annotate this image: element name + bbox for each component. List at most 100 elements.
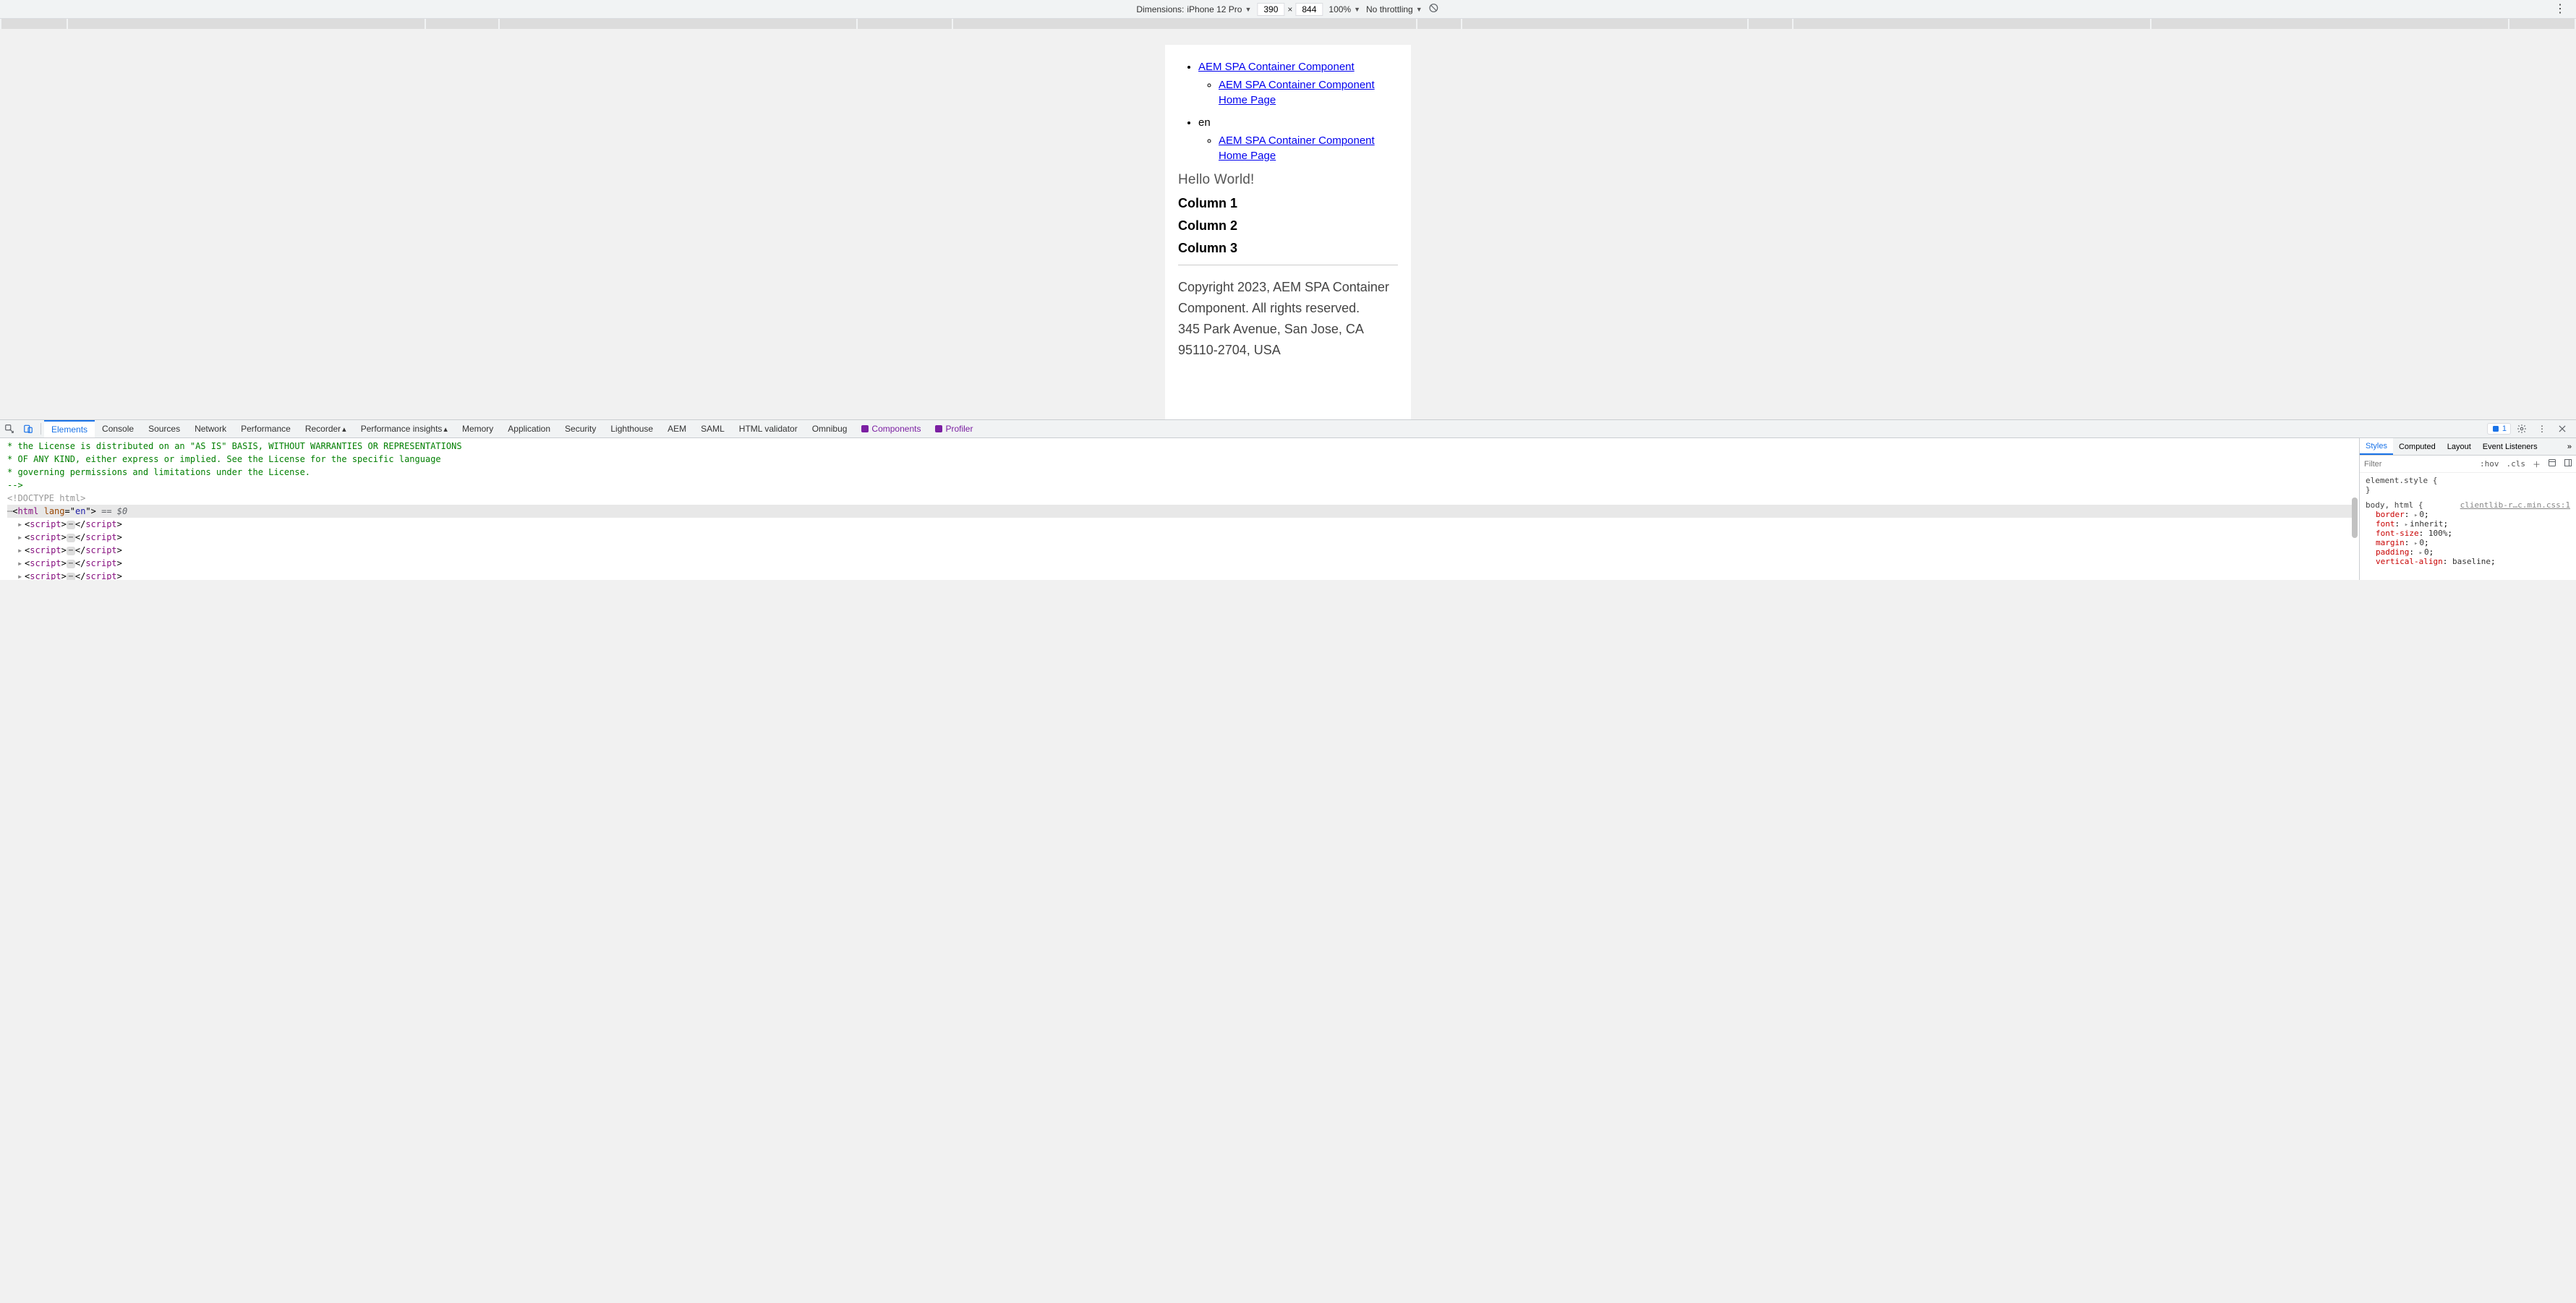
styles-tabstrip: Styles Computed Layout Event Listeners » [2360,438,2576,456]
device-select[interactable]: Dimensions: iPhone 12 Pro ▼ [1136,4,1251,14]
css-property[interactable]: margin: ▸0; [2366,538,2570,547]
rule-selector[interactable]: element.style { [2366,476,2570,485]
nav-list-lang: en AEM SPA Container Component Home Page [1178,115,1398,163]
tab-recorder[interactable]: Recorder▴ [298,420,354,437]
styles-panel: Styles Computed Layout Event Listeners »… [2359,438,2576,580]
zoom-select[interactable]: 100% ▼ [1328,4,1360,14]
tab-sources[interactable]: Sources [141,420,187,437]
tab-profiler[interactable]: Profiler [928,420,980,437]
code-line[interactable]: ▸<script>⋯</script> [7,544,2352,557]
more-tabs-icon[interactable]: » [2563,443,2576,451]
list-item: AEM SPA Container Component Home Page [1219,133,1398,163]
toggle-sidebar-icon[interactable] [2560,458,2576,469]
code-line[interactable]: ▸<script>⋯</script> [7,531,2352,544]
rule-source-link[interactable]: clientlib-r…c.min.css:1 [2460,500,2570,510]
tab-security[interactable]: Security [558,420,603,437]
computed-styles-icon[interactable] [2544,458,2560,469]
code-line: * governing permissions and limitations … [7,466,2352,479]
css-property[interactable]: padding: ▸0; [2366,547,2570,557]
cls-toggle[interactable]: .cls [2503,459,2530,469]
scrollbar[interactable] [2350,438,2359,580]
copyright-text: Copyright 2023, AEM SPA Container Compon… [1178,277,1398,319]
rotate-icon[interactable] [1428,2,1440,16]
issues-badge[interactable]: 1 [2487,423,2511,435]
chevron-down-icon: ▼ [1354,6,1360,13]
tab-computed[interactable]: Computed [2393,438,2441,455]
new-style-rule-icon[interactable]: ＋ [2529,458,2544,470]
lang-label: en [1198,116,1211,129]
tab-saml[interactable]: SAML [694,420,732,437]
nav-link-top[interactable]: AEM SPA Container Component [1198,61,1355,73]
tab-styles[interactable]: Styles [2360,438,2393,455]
list-item: en AEM SPA Container Component Home Page [1198,115,1398,163]
tab-application[interactable]: Application [500,420,558,437]
code-line: --> [7,479,2352,492]
css-property[interactable]: border: ▸0; [2366,510,2570,519]
code-line[interactable]: ▸<script>⋯</script> [7,570,2352,580]
kebab-menu-icon[interactable]: ⋮ [2550,4,2570,15]
height-input[interactable] [1295,3,1323,16]
nav-link-home-2[interactable]: AEM SPA Container Component Home Page [1219,134,1375,162]
close-icon[interactable] [2553,419,2572,438]
tab-html-validator[interactable]: HTML validator [732,420,805,437]
throttling-value: No throttling [1366,4,1413,14]
device-toolbar: Dimensions: iPhone 12 Pro ▼ × 100% ▼ No … [0,0,2576,19]
selected-node[interactable]: ⋯<html lang="en"> == $0 [7,505,2352,518]
css-property[interactable]: font: ▸inherit; [2366,519,2570,529]
device-ruler [0,19,2576,29]
nav-link-home-1[interactable]: AEM SPA Container Component Home Page [1219,79,1375,106]
throttling-select[interactable]: No throttling ▼ [1366,4,1423,14]
chevron-down-icon: ▼ [1416,6,1423,13]
devtools-body: * the License is distributed on an "AS I… [0,438,2576,580]
react-ext-icon [935,425,942,432]
elements-panel[interactable]: * the License is distributed on an "AS I… [0,438,2359,580]
nav-list: AEM SPA Container Component AEM SPA Cont… [1178,59,1398,108]
dimension-inputs: × [1257,3,1323,16]
device-frame: AEM SPA Container Component AEM SPA Cont… [1165,45,1411,419]
styles-filter-input[interactable] [2360,460,2476,469]
list-item: AEM SPA Container Component Home Page [1219,77,1398,108]
tab-omnibug[interactable]: Omnibug [805,420,855,437]
css-property[interactable]: vertical-align: baseline; [2366,557,2570,566]
kebab-menu-icon[interactable]: ⋮ [2533,419,2551,438]
eq-zero: == $0 [101,506,127,516]
react-ext-icon [861,425,869,432]
styles-toolbar: :hov .cls ＋ [2360,456,2576,473]
dimensions-label: Dimensions: [1136,4,1184,14]
rule-brace: } [2366,485,2570,495]
device-toggle-icon[interactable] [19,419,38,438]
width-input[interactable] [1257,3,1284,16]
hov-toggle[interactable]: :hov [2476,459,2503,469]
devtools-tabstrip: Elements Console Sources Network Perform… [0,419,2576,438]
column-heading: Column 2 [1178,217,1398,235]
code-line: * the License is distributed on an "AS I… [7,440,2352,453]
column-heading: Column 3 [1178,239,1398,257]
hello-text: Hello World! [1178,171,1398,190]
tab-memory[interactable]: Memory [455,420,500,437]
tab-lighthouse[interactable]: Lighthouse [603,420,660,437]
code-line[interactable]: ▸<script>⋯</script> [7,557,2352,570]
tab-event-listeners[interactable]: Event Listeners [2477,438,2543,455]
styles-rules[interactable]: element.style { } clientlib-r…c.min.css:… [2360,473,2576,580]
gear-icon[interactable] [2512,419,2531,438]
tab-aem[interactable]: AEM [660,420,694,437]
times-label: × [1287,4,1292,14]
code-line[interactable]: ▸<script>⋯</script> [7,518,2352,531]
code-line: * OF ANY KIND, either express or implied… [7,453,2352,466]
tab-layout[interactable]: Layout [2441,438,2477,455]
zoom-value: 100% [1328,4,1351,14]
rule-selector[interactable]: body, html { [2366,500,2423,510]
code-line[interactable]: <!DOCTYPE html> [7,492,2352,505]
preview-badge-icon: ▴ [443,424,448,434]
css-property[interactable]: font-size: 100%; [2366,529,2570,538]
tab-performance-insights[interactable]: Performance insights▴ [354,420,455,437]
inspect-icon[interactable] [0,419,19,438]
device-name: iPhone 12 Pro [1187,4,1242,14]
tab-console[interactable]: Console [95,420,141,437]
preview-badge-icon: ▴ [342,424,346,434]
tab-performance[interactable]: Performance [234,420,298,437]
tab-network[interactable]: Network [187,420,234,437]
tab-elements[interactable]: Elements [44,420,95,437]
tab-components[interactable]: Components [854,420,928,437]
column-heading: Column 1 [1178,195,1398,213]
